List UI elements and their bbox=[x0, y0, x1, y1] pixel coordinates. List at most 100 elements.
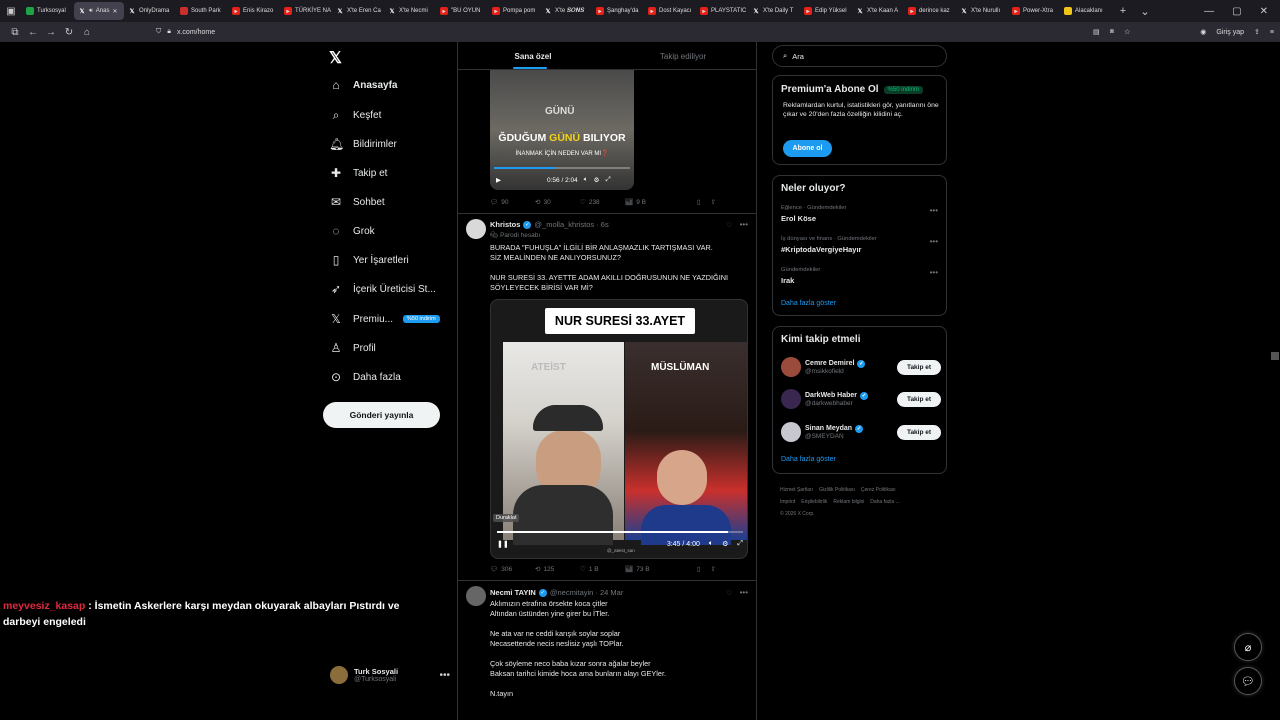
browser-tab[interactable]: 𝕏 X'te Eren Ca bbox=[332, 0, 384, 22]
avatar[interactable] bbox=[781, 357, 801, 377]
video-player[interactable]: NUR SURESİ 33.AYET ATEİST MÜSLÜMAN Durak… bbox=[490, 299, 748, 559]
sidebar-item-bookmarks[interactable]: ▯ Yer İşaretleri bbox=[329, 253, 409, 267]
footer-link[interactable]: Gizlilik Politikası bbox=[819, 487, 855, 493]
footer-link[interactable]: Daha fazla ... bbox=[870, 499, 899, 505]
show-more-link[interactable]: Daha fazla göster bbox=[781, 456, 836, 463]
browser-tab[interactable]: ▸ Dost Kayacı bbox=[644, 0, 696, 22]
follow-button[interactable]: Takip et bbox=[897, 424, 941, 440]
show-more-link[interactable]: Daha fazla göster bbox=[781, 300, 836, 307]
video-player[interactable]: GÜNÜ ĞDUĞUM GÜNÜ BILIYOR İNANMAK İÇİN NE… bbox=[490, 70, 634, 190]
post-button[interactable]: Gönderi yayınla bbox=[323, 402, 440, 428]
messages-fab-icon[interactable]: 💬︎ bbox=[1234, 667, 1262, 695]
sidebar-item-profile[interactable]: ♙ Profil bbox=[329, 341, 376, 355]
suggested-account[interactable]: Sinan Meydan ✓ @SMEYDAN Takip et bbox=[781, 420, 941, 444]
scrollbar[interactable] bbox=[1271, 352, 1279, 360]
x-logo-icon[interactable]: 𝕏 bbox=[329, 48, 342, 68]
repost-button[interactable]: ⟲ 30 bbox=[535, 198, 580, 207]
more-icon[interactable]: ••• bbox=[930, 237, 938, 246]
browser-tab[interactable]: ▸ Enis Kirazo bbox=[228, 0, 280, 22]
follow-button[interactable]: Takip et bbox=[897, 359, 941, 375]
address-bar[interactable]: ⛉ 🔒︎ x.com/home bbox=[156, 28, 215, 36]
footer-link[interactable]: Imprint bbox=[780, 499, 795, 505]
footer-link[interactable]: © 2026 X Corp. bbox=[780, 511, 815, 517]
more-icon[interactable]: ••• bbox=[930, 206, 938, 215]
sidebar-item-premium[interactable]: 𝕏 Premiu... %50 indirim bbox=[329, 312, 440, 326]
search-input[interactable]: ⌕ Ara bbox=[772, 45, 947, 67]
browser-tab[interactable]: ▸ TÜRKİYE NA bbox=[280, 0, 332, 22]
browser-tab[interactable]: ▸ "BU OYUN bbox=[436, 0, 488, 22]
suggested-account[interactable]: DarkWeb Haber ✓ @darkwebhaber Takip et bbox=[781, 387, 941, 411]
sidebar-item-follow[interactable]: ✚ Takip et bbox=[329, 166, 388, 180]
close-tab-icon[interactable]: ✕ bbox=[112, 8, 117, 15]
url-text[interactable]: x.com/home bbox=[177, 29, 215, 36]
tab-list-dropdown-icon[interactable]: ⌄ bbox=[1134, 5, 1156, 18]
maximize-icon[interactable]: ▢ bbox=[1232, 6, 1241, 17]
browser-tab[interactable]: 𝕏 X'te Necmi bbox=[384, 0, 436, 22]
minimize-icon[interactable]: — bbox=[1204, 6, 1214, 17]
sidebar-item-explore[interactable]: ⌕ Keşfet bbox=[329, 108, 382, 123]
repost-button[interactable]: ⟲ 125 bbox=[535, 565, 580, 574]
browser-tab[interactable]: ▸ Şanghay'da bbox=[592, 0, 644, 22]
grok-fab-icon[interactable]: ⌀ bbox=[1234, 633, 1262, 661]
share-icon[interactable]: ⇧ bbox=[711, 198, 716, 206]
sidebar-item-grok[interactable]: ◌ Grok bbox=[329, 224, 374, 238]
browser-tab[interactable]: ▸ PLAYSTATIC bbox=[696, 0, 748, 22]
tab-following[interactable]: Takip ediliyor bbox=[608, 42, 756, 69]
forward-icon[interactable]: → bbox=[42, 27, 60, 38]
browser-tab[interactable]: 𝕏 🔊︎ Anas ✕ bbox=[74, 2, 124, 20]
audio-icon[interactable]: 🔊︎ bbox=[89, 8, 93, 15]
more-icon[interactable]: ••• bbox=[740, 588, 748, 597]
views-button[interactable]: 📊︎ 9 B bbox=[625, 198, 670, 207]
avatar[interactable] bbox=[466, 586, 486, 606]
browser-tab[interactable]: 𝕏 X'te Daily T bbox=[748, 0, 800, 22]
browser-tab[interactable]: 𝕏 X'te 𝑺𝑶𝑵𝑺 bbox=[540, 0, 592, 22]
post[interactable]: Necmi TAYIN ✓ @necmitayin · 24 Mar ◌ ••• … bbox=[458, 581, 756, 720]
reload-icon[interactable]: ↻ bbox=[60, 27, 78, 38]
volume-icon[interactable]: 🔈︎ bbox=[584, 176, 588, 184]
play-icon[interactable]: ▶ bbox=[496, 176, 501, 184]
sidebar-item-home[interactable]: ⌂ Anasayfa bbox=[329, 78, 397, 92]
pause-icon[interactable]: ❚❚ bbox=[497, 540, 509, 548]
browser-tab[interactable]: 𝕏 OnlyDrama bbox=[124, 0, 176, 22]
footer-link[interactable]: Reklam bilgisi bbox=[833, 499, 864, 505]
browser-tab[interactable]: ▸ Pompa pom bbox=[488, 0, 540, 22]
browser-tab[interactable]: South Park bbox=[176, 0, 228, 22]
author-name[interactable]: Khristos bbox=[490, 220, 520, 229]
pip-icon[interactable]: ⧈ bbox=[1110, 28, 1114, 36]
like-button[interactable]: ♡ 238 bbox=[580, 198, 625, 207]
more-icon[interactable]: ••• bbox=[740, 220, 748, 229]
shield-icon[interactable]: ⛉ bbox=[156, 28, 161, 36]
author-name[interactable]: Necmi TAYIN bbox=[490, 588, 536, 597]
account-switcher[interactable]: Turk Sosyali @Turksosyali ••• bbox=[330, 666, 450, 684]
settings-icon[interactable]: ⚙ bbox=[594, 176, 600, 184]
browser-tab[interactable]: 𝕏 X'te Nurullı bbox=[956, 0, 1008, 22]
trend-name[interactable]: #KriptodaVergiyeHayır bbox=[781, 245, 861, 254]
avatar[interactable] bbox=[781, 389, 801, 409]
browser-tab[interactable]: Alacaklanı bbox=[1060, 0, 1112, 22]
account-icon[interactable]: ◉ bbox=[1200, 28, 1206, 36]
close-icon[interactable]: ✕ bbox=[1260, 6, 1268, 17]
footer-link[interactable]: Hizmet Şartları bbox=[780, 487, 813, 493]
browser-tab[interactable]: Turksosyal bbox=[22, 0, 74, 22]
back-icon[interactable]: ← bbox=[24, 27, 42, 38]
fullscreen-icon[interactable]: ⤢ bbox=[737, 540, 743, 548]
avatar[interactable] bbox=[466, 219, 486, 239]
menu-icon[interactable]: ≡ bbox=[1270, 29, 1274, 36]
sidebar-icon[interactable]: ⧉ bbox=[6, 27, 24, 38]
avatar[interactable] bbox=[781, 422, 801, 442]
share-icon[interactable]: ⇧ bbox=[711, 565, 716, 573]
account-name[interactable]: DarkWeb Haber ✓ bbox=[805, 391, 869, 400]
account-name[interactable]: Cemre Demirel ✓ bbox=[805, 359, 866, 368]
trend-name[interactable]: Irak bbox=[781, 276, 794, 285]
browser-tab[interactable]: ▸ Power-Xtra bbox=[1008, 0, 1060, 22]
sidebar-item-notifications[interactable]: 🔔︎ Bildirimler bbox=[329, 137, 397, 151]
reply-button[interactable]: 💬︎ 306 bbox=[490, 565, 535, 574]
video-progress-bar[interactable] bbox=[494, 167, 630, 169]
grok-icon[interactable]: ◌ bbox=[727, 588, 732, 597]
sidebar-item-chat[interactable]: ✉ Sohbet bbox=[329, 195, 385, 209]
author-handle[interactable]: @_molla_khristos · 6s bbox=[534, 220, 608, 229]
like-button[interactable]: ♡ 1 B bbox=[580, 565, 625, 574]
grok-icon[interactable]: ◌ bbox=[727, 220, 732, 229]
browser-tab[interactable]: 𝕏 X'te Kaan A bbox=[852, 0, 904, 22]
settings-icon[interactable]: ⚙ bbox=[722, 540, 728, 548]
